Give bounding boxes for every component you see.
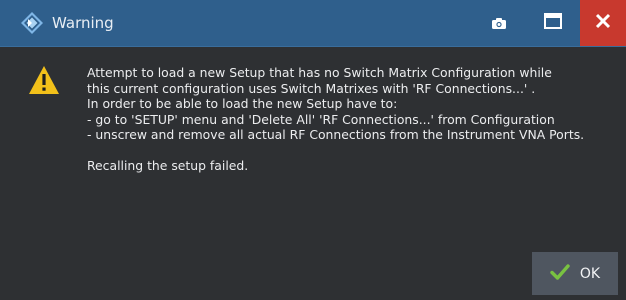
maximize-icon xyxy=(544,13,562,33)
warning-message: Attempt to load a new Setup that has no … xyxy=(87,65,617,174)
rohde-schwarz-logo-icon xyxy=(20,11,44,35)
warning-triangle-icon xyxy=(28,65,60,95)
checkmark-icon xyxy=(550,263,570,284)
message-line: - go to 'SETUP' menu and 'Delete All' 'R… xyxy=(87,111,555,127)
message-line: this current configuration uses Switch M… xyxy=(87,80,536,96)
message-line: In order to be able to load the new Setu… xyxy=(87,96,398,111)
message-line: Attempt to load a new Setup that has no … xyxy=(87,65,552,80)
ok-button-label: OK xyxy=(579,265,601,282)
dialog-body: Attempt to load a new Setup that has no … xyxy=(0,47,626,300)
message-line: Recalling the setup failed. xyxy=(87,158,249,173)
camera-icon xyxy=(492,14,506,33)
ok-button[interactable]: OK xyxy=(532,252,618,295)
window-title: Warning xyxy=(52,14,114,32)
close-button[interactable] xyxy=(580,0,626,46)
screenshot-button[interactable] xyxy=(476,0,522,46)
message-line: - unscrew and remove all actual RF Conne… xyxy=(87,127,585,142)
warning-dialog: Warning Attempt to load a new Setup that… xyxy=(0,0,626,300)
maximize-button[interactable] xyxy=(530,0,576,46)
close-icon xyxy=(595,13,611,33)
title-bar[interactable]: Warning xyxy=(0,0,626,47)
